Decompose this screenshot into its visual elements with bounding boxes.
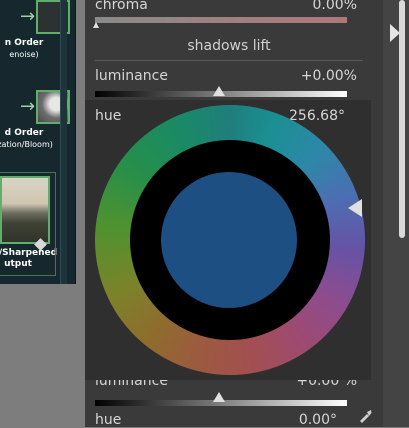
luminance-value: +0.00% [300,68,357,84]
section-divider [95,60,363,61]
eyedropper-icon[interactable] [357,408,373,424]
lower-luminance-slider-marker[interactable] [213,392,225,402]
scrollbar[interactable] [399,0,405,238]
luminance-slider-marker[interactable] [213,86,225,96]
node-label-1: n Order [4,38,44,48]
chroma-slider-marker[interactable] [93,22,99,28]
chroma-value: 0.00% [312,0,357,13]
node-arrow-2: → [20,96,36,117]
hue-label: hue [95,108,122,124]
right-panel-rail [383,0,409,427]
lower-hue-label: hue [95,412,122,428]
chroma-label: chroma [95,0,148,13]
node-graph-panel: → n Order enoise) → d Order ization/Bloo… [0,0,76,284]
graph-right-edge [60,0,67,284]
node-frame-3 [0,172,56,276]
hue-wheel[interactable] [95,105,365,375]
hue-value: 256.68° [289,108,345,124]
hue-marker[interactable] [348,199,362,217]
node-sub-2: ization/Bloom) [0,140,53,149]
section-title: shadows lift [187,38,271,54]
node-label-2: d Order [4,128,44,138]
node-arrow-1: → [20,6,36,27]
lower-hue-value: 0.00° [298,412,337,428]
node-sub-1: enoise) [9,50,39,59]
luminance-label: luminance [95,68,168,84]
hue-wheel-center [161,172,297,308]
chroma-slider[interactable] [95,17,347,23]
hue-picker-popup: hue 256.68° [85,100,371,380]
